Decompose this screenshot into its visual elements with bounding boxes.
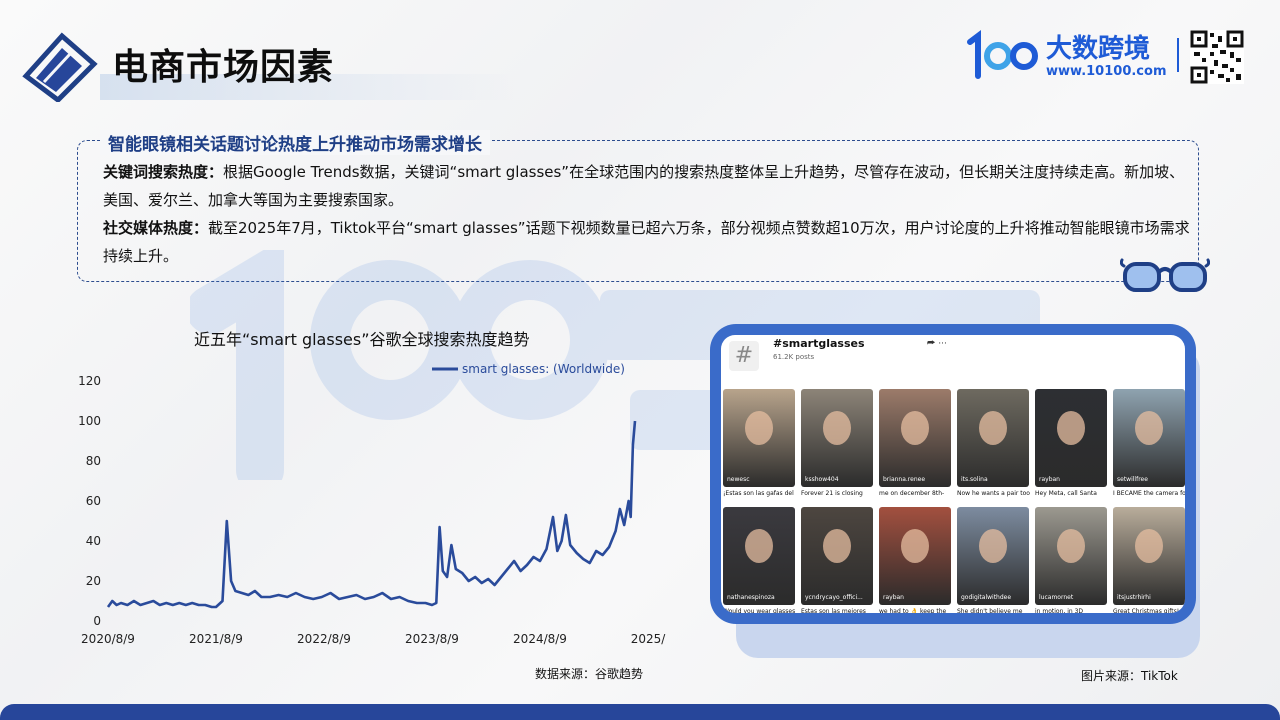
video-username[interactable]: lucamornet xyxy=(1039,594,1073,601)
video-thumbnail[interactable]: newesc xyxy=(723,389,795,487)
video-caption: ¡Estas son las gafas del xyxy=(723,490,797,497)
keyword-label: 关键词搜索热度： xyxy=(103,163,223,181)
image-source: 图片来源：TikTok xyxy=(1081,667,1178,684)
tiktok-screenshot: # #smartglasses 61.2K posts ⮫ ··· newesc… xyxy=(721,335,1185,613)
brand-name: 大数跨境 xyxy=(1046,28,1150,65)
video-thumbnail[interactable]: ksshow404 xyxy=(801,389,873,487)
glasses-icon xyxy=(1120,256,1210,298)
y-tick-label: 120 xyxy=(78,374,101,388)
video-thumbnail[interactable]: its.solina xyxy=(957,389,1029,487)
info-heading: 智能眼镜相关话题讨论热度上升推动市场需求增长 xyxy=(100,130,490,155)
person-figure xyxy=(1057,411,1085,445)
video-username[interactable]: ksshow404 xyxy=(805,476,839,483)
video-thumbnail[interactable]: brianna.renee xyxy=(879,389,951,487)
share-more-icons[interactable]: ⮫ ··· xyxy=(927,339,947,349)
video-caption: Now he wants a pair too xyxy=(957,490,1031,497)
hashtag-icon: # xyxy=(729,341,759,371)
person-figure xyxy=(745,411,773,445)
brand-url[interactable]: www.10100.com xyxy=(1046,64,1167,79)
video-thumbnail[interactable]: godigitalwithdee xyxy=(957,507,1029,605)
person-figure xyxy=(1135,411,1163,445)
person-figure xyxy=(901,529,929,563)
person-figure xyxy=(1057,529,1085,563)
person-figure xyxy=(1135,529,1163,563)
video-thumbnail[interactable]: itsjustrhirhi xyxy=(1113,507,1185,605)
chart-source: 数据来源：谷歌趋势 xyxy=(535,665,643,682)
person-figure xyxy=(901,411,929,445)
search-trend-chart: 0 20 40 60 80 100 120 2020/8/9 2021/8/9 2022/8/9 2… xyxy=(70,355,670,655)
hashtag-name[interactable]: #smartglasses xyxy=(773,337,865,350)
video-username[interactable]: itsjustrhirhi xyxy=(1117,594,1151,601)
video-username[interactable]: setwillfree xyxy=(1117,476,1148,483)
video-caption: in motion, in 3D xyxy=(1035,608,1109,613)
chart-title: 近五年“smart glasses”谷歌全球搜索热度趋势 xyxy=(194,326,530,350)
video-caption: me on december 8th- xyxy=(879,490,953,497)
y-tick-label: 80 xyxy=(86,454,101,468)
video-thumbnail[interactable]: rayban xyxy=(879,507,951,605)
social-label: 社交媒体热度： xyxy=(103,219,208,237)
x-tick-label: 2020/8/9 xyxy=(81,632,135,646)
video-caption: Hey Meta, call Santa xyxy=(1035,490,1109,497)
video-username[interactable]: ycndrycayo_offici... xyxy=(805,594,863,601)
video-thumbnail[interactable]: rayban xyxy=(1035,389,1107,487)
brand-logo-icon xyxy=(966,30,1046,82)
video-caption: Forever 21 is closing xyxy=(801,490,875,497)
person-figure xyxy=(823,529,851,563)
video-username[interactable]: brianna.renee xyxy=(883,476,925,483)
page-title: 电商市场因素 xyxy=(112,38,334,90)
y-tick-label: 0 xyxy=(93,614,101,628)
person-figure xyxy=(979,529,1007,563)
legend-label: smart glasses: (Worldwide) xyxy=(462,362,625,376)
video-caption: I BECAME the camera for xyxy=(1113,490,1185,497)
video-username[interactable]: rayban xyxy=(1039,476,1060,483)
logo-divider xyxy=(1177,38,1179,72)
qr-code-icon[interactable] xyxy=(1190,30,1244,84)
video-caption: Estas son las mejores xyxy=(801,608,875,613)
footer-band xyxy=(0,704,1280,720)
keyword-paragraph: 关键词搜索热度：根据Google Trends数据，关键词“smart glas… xyxy=(103,158,1193,214)
y-tick-label: 20 xyxy=(86,574,101,588)
hashtag-post-count: 61.2K posts xyxy=(773,353,814,361)
y-tick-label: 60 xyxy=(86,494,101,508)
y-tick-label: 100 xyxy=(78,414,101,428)
video-thumbnail[interactable]: lucamornet xyxy=(1035,507,1107,605)
video-caption: Would you wear glasses xyxy=(723,608,797,613)
video-username[interactable]: rayban xyxy=(883,594,904,601)
video-thumbnail[interactable]: nathanespinoza xyxy=(723,507,795,605)
x-tick-label: 2021/8/9 xyxy=(189,632,243,646)
video-caption: She didn't believe me xyxy=(957,608,1031,613)
video-username[interactable]: its.solina xyxy=(961,476,988,483)
video-username[interactable]: newesc xyxy=(727,476,750,483)
x-tick-label: 2024/8/9 xyxy=(513,632,567,646)
keyword-text: 根据Google Trends数据，关键词“smart glasses”在全球范… xyxy=(103,163,1184,209)
x-tick-label: 2022/8/9 xyxy=(297,632,351,646)
person-figure xyxy=(823,411,851,445)
video-username[interactable]: godigitalwithdee xyxy=(961,594,1011,601)
video-caption: Great Christmas gifts! xyxy=(1113,608,1185,613)
person-figure xyxy=(745,529,773,563)
y-tick-label: 40 xyxy=(86,534,101,548)
video-thumbnail[interactable]: setwillfree xyxy=(1113,389,1185,487)
video-thumbnail[interactable]: ycndrycayo_offici... xyxy=(801,507,873,605)
x-tick-label: 2023/8/9 xyxy=(405,632,459,646)
person-figure xyxy=(979,411,1007,445)
series-line xyxy=(108,421,635,607)
ruler-pencil-icon xyxy=(22,30,98,102)
video-username[interactable]: nathanespinoza xyxy=(727,594,775,601)
x-tick-label: 2025/ xyxy=(631,632,667,646)
video-caption: we had to 👌 keep the xyxy=(879,608,953,613)
